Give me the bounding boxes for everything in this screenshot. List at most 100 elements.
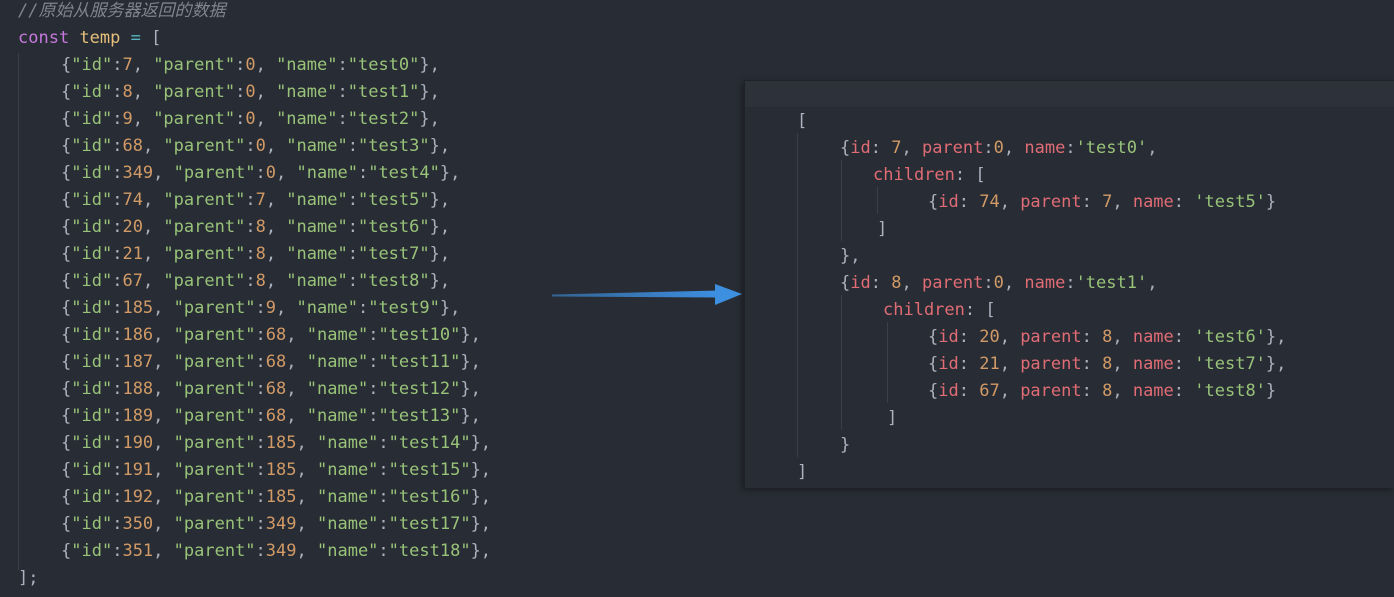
brace: { — [928, 381, 939, 401]
id-value: 189 — [122, 406, 154, 426]
colon: : — [337, 109, 348, 129]
name-value: "test4" — [368, 163, 440, 183]
key-name: "name" — [306, 325, 369, 345]
id-value: 7 — [122, 55, 133, 75]
comma: , — [265, 136, 287, 156]
key-parent: "parent" — [163, 136, 246, 156]
code-close: ]; — [18, 565, 38, 592]
brace: }, — [470, 514, 492, 534]
comma: , — [153, 406, 174, 426]
colon: : — [1081, 354, 1103, 374]
comma: , — [153, 379, 174, 399]
comma: , — [265, 244, 287, 264]
parent-value: 8 — [1102, 327, 1113, 347]
colon: : — [255, 325, 266, 345]
key-parent: "parent" — [173, 352, 256, 372]
brace: } — [1265, 192, 1277, 212]
key-name: "name" — [306, 406, 369, 426]
result-children-close: ] — [877, 216, 887, 243]
brace: }, — [429, 271, 451, 291]
brace: { — [928, 327, 939, 347]
brace: { — [840, 138, 851, 158]
open-bracket: [ — [797, 111, 808, 131]
name-value: "test18" — [388, 541, 471, 561]
comma: , — [142, 271, 164, 291]
code-comment: //原始从服务器返回的数据 — [18, 0, 225, 25]
indent-guide — [841, 160, 842, 241]
comma: , — [901, 138, 922, 158]
colon: : — [112, 433, 123, 453]
colon: : — [112, 298, 123, 318]
code-object-line: {"id":189, "parent":68, "name":"test13"}… — [61, 403, 481, 430]
indent-guide — [797, 133, 798, 457]
arrow-shaft — [552, 290, 718, 298]
comma: , — [132, 109, 154, 129]
colon: : — [245, 244, 256, 264]
key-name: name — [1024, 138, 1066, 158]
key-name: "name" — [286, 271, 348, 291]
open-bracket: [ — [975, 165, 986, 185]
code-object-line: {"id":20, "parent":8, "name":"test6"}, — [61, 214, 450, 241]
colon: : — [245, 271, 256, 291]
name-value: "test17" — [388, 514, 471, 534]
comma: , — [153, 325, 174, 345]
colon: : — [983, 273, 994, 293]
brace: }, — [460, 406, 481, 426]
comma: , — [296, 460, 317, 480]
colon: : — [255, 406, 266, 426]
key-id: "id" — [71, 217, 113, 237]
key-parent: parent — [921, 273, 984, 293]
parent-value: 0 — [245, 55, 256, 75]
id-value: 20 — [979, 327, 1000, 347]
key-parent: "parent" — [173, 379, 256, 399]
brace: { — [61, 298, 72, 318]
colon: : — [112, 487, 123, 507]
colon: : — [112, 541, 123, 561]
key-parent: "parent" — [173, 460, 256, 480]
brace: { — [61, 352, 72, 372]
comma: , — [1112, 381, 1133, 401]
brace: }, — [429, 217, 451, 237]
brace: } — [840, 435, 851, 455]
code-object-line: {"id":186, "parent":68, "name":"test10"}… — [61, 322, 481, 349]
colon: : — [368, 325, 379, 345]
colon: : — [368, 352, 379, 372]
comma: , — [1147, 138, 1158, 158]
colon: : — [112, 379, 123, 399]
key-name: "name" — [306, 352, 369, 372]
key-parent: "parent" — [153, 109, 236, 129]
id-value: 186 — [122, 325, 154, 345]
colon: : — [378, 460, 389, 480]
indent-guide — [877, 187, 878, 214]
key-id: "id" — [71, 55, 113, 75]
brace: { — [61, 55, 72, 75]
key-id: "id" — [71, 109, 113, 129]
result-node-close: }, — [840, 243, 860, 270]
colon: : — [347, 136, 358, 156]
comma: , — [265, 271, 287, 291]
result-open: [ — [797, 108, 807, 135]
id-value: 21 — [979, 354, 1000, 374]
key-name: "name" — [286, 217, 348, 237]
key-name: name — [1132, 354, 1174, 374]
colon: : — [112, 460, 123, 480]
colon: : — [378, 541, 389, 561]
key-parent: parent — [1020, 354, 1082, 374]
comma: , — [1003, 273, 1025, 293]
parent-value: 185 — [265, 460, 297, 480]
brace: }, — [429, 136, 451, 156]
name-value: "test16" — [388, 487, 471, 507]
brace: } — [1265, 381, 1277, 401]
key-id: "id" — [71, 541, 113, 561]
colon: : — [347, 271, 358, 291]
id-value: 9 — [122, 109, 133, 129]
close-bracket: ] — [887, 408, 898, 428]
key-id: "id" — [71, 487, 113, 507]
brace: }, — [439, 163, 461, 183]
code-object-line: {"id":349, "parent":0, "name":"test4"}, — [61, 160, 460, 187]
brace: }, — [1265, 354, 1287, 374]
id-value: 7 — [891, 138, 902, 158]
colon: : — [112, 325, 123, 345]
result-child-line: {id: 20, parent: 8, name: 'test6'}, — [928, 324, 1286, 351]
